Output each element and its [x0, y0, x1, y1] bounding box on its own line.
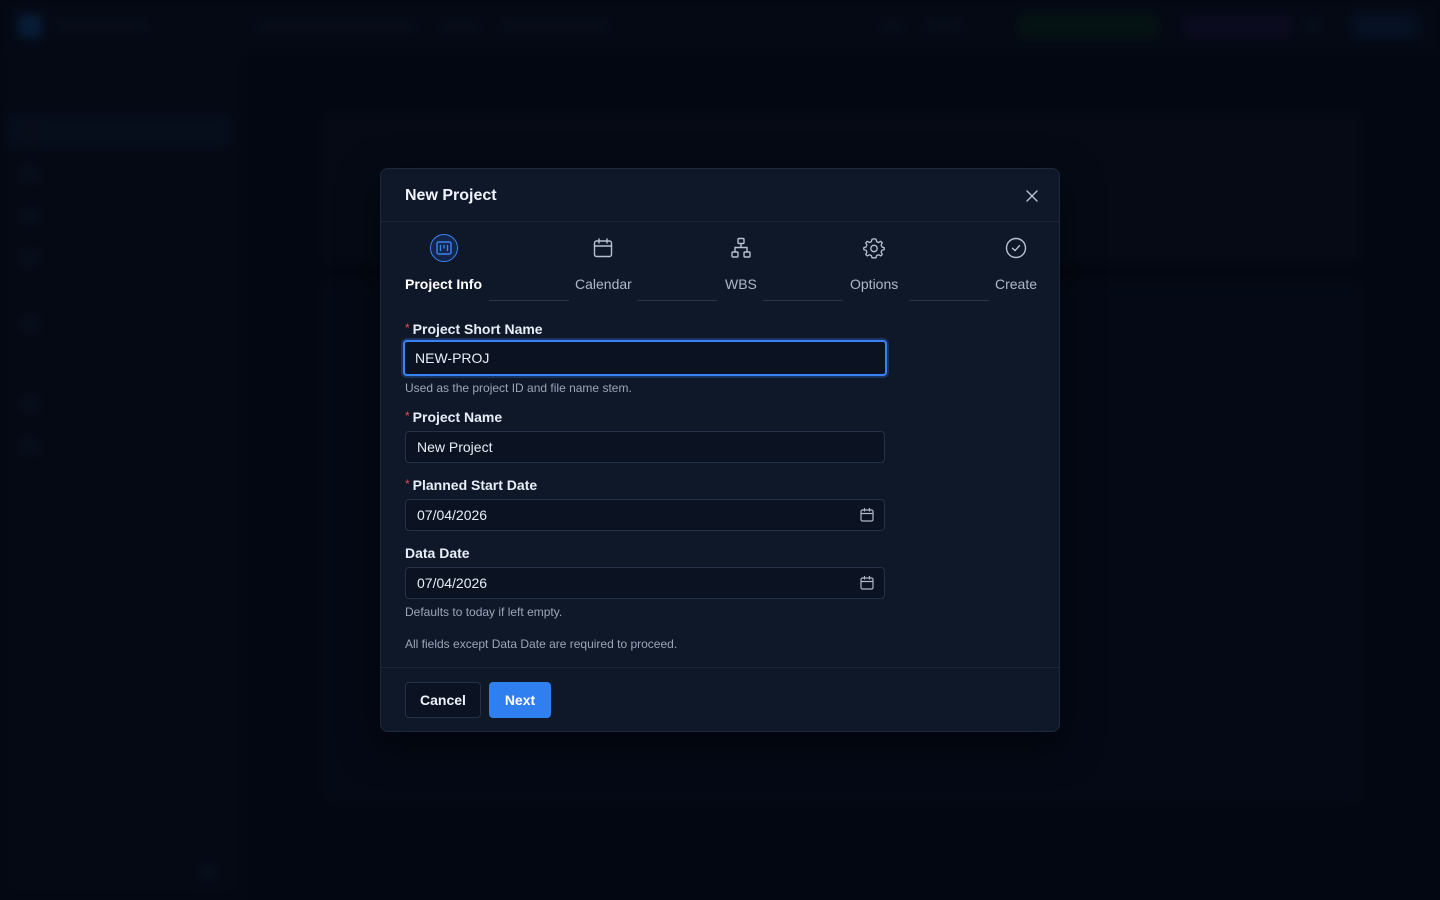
close-icon — [1026, 190, 1038, 202]
check-circle-icon — [1002, 234, 1030, 262]
step-options[interactable]: Options — [850, 234, 898, 292]
step-label: Project Info — [405, 276, 483, 292]
step-label: WBS — [725, 276, 757, 292]
step-connector — [489, 300, 569, 301]
gear-icon — [860, 234, 888, 262]
calendar-icon — [589, 234, 617, 262]
dialog-header: New Project — [381, 169, 1059, 222]
required-marker: * — [405, 409, 410, 423]
footer-divider — [381, 667, 1059, 668]
step-connector — [763, 300, 843, 301]
data-date-picker — [405, 567, 885, 599]
short-name-help: Used as the project ID and file name ste… — [405, 381, 632, 395]
required-fields-note: All fields except Data Date are required… — [405, 637, 678, 651]
project-name-input[interactable] — [405, 431, 885, 463]
start-date-picker — [405, 499, 885, 531]
dialog-title: New Project — [405, 187, 497, 204]
step-label: Create — [995, 276, 1038, 292]
step-connector — [637, 300, 717, 301]
calendar-icon[interactable] — [859, 507, 875, 523]
step-project-info[interactable]: Project Info — [405, 234, 482, 292]
data-date-label: Data Date — [405, 545, 470, 561]
step-label: Calendar — [575, 276, 632, 292]
step-calendar[interactable]: Calendar — [575, 234, 632, 292]
calendar-icon[interactable] — [859, 575, 875, 591]
wbs-icon — [727, 234, 755, 262]
step-wbs[interactable]: WBS — [725, 234, 757, 292]
wizard-steps: Project Info Calendar WBS Options Create — [381, 222, 1061, 302]
new-project-dialog: New Project Project Info Calendar WBS Op… — [380, 168, 1060, 732]
required-marker: * — [405, 321, 410, 335]
step-label: Options — [850, 276, 899, 292]
planned-start-date-input[interactable] — [405, 499, 885, 531]
step-connector — [909, 300, 989, 301]
project-short-name-input[interactable] — [403, 340, 887, 376]
cancel-button[interactable]: Cancel — [405, 682, 481, 718]
short-name-label: * Project Short Name — [405, 321, 543, 337]
close-button[interactable] — [1021, 185, 1043, 207]
data-date-help: Defaults to today if left empty. — [405, 605, 563, 619]
next-button[interactable]: Next — [489, 682, 551, 718]
start-date-label: * Planned Start Date — [405, 477, 538, 493]
step-create[interactable]: Create — [995, 234, 1037, 292]
required-marker: * — [405, 477, 410, 491]
project-info-icon — [429, 234, 458, 262]
project-name-label: * Project Name — [405, 409, 503, 425]
data-date-input[interactable] — [405, 567, 885, 599]
